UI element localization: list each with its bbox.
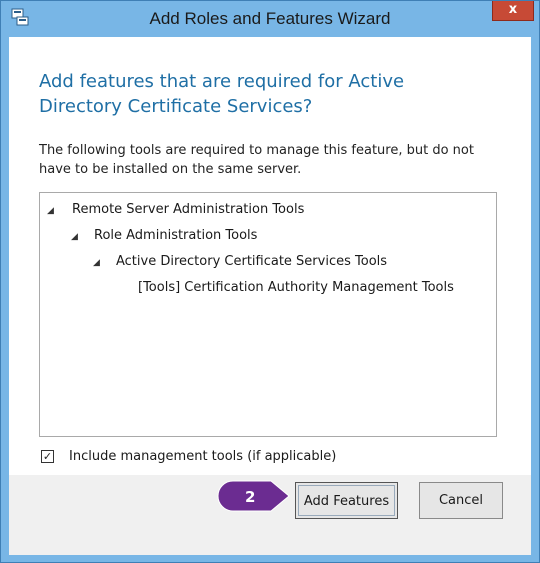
dialog-description: The following tools are required to mana…: [39, 143, 474, 177]
tree-item-ad-cs-tools: Active Directory Certificate Services To…: [116, 254, 388, 269]
server-manager-icon: [11, 8, 29, 26]
tree-item-remote-server-admin-tools: Remote Server Administration Tools: [72, 202, 305, 217]
required-features-tree[interactable]: ◢ Remote Server Administration Tools ◢ R…: [39, 192, 497, 437]
close-icon: x: [508, 2, 518, 17]
close-button[interactable]: x: [492, 1, 534, 21]
window-title: Add Roles and Features Wizard: [149, 9, 391, 28]
tree-item-role-admin-tools: Role Administration Tools: [94, 228, 258, 243]
step-marker: 2: [217, 480, 290, 512]
include-tools-label: Include management tools (if applicable): [69, 449, 337, 464]
step-number: 2: [245, 488, 255, 506]
wizard-window: Add Roles and Features Wizard x Add feat…: [0, 0, 540, 563]
add-features-label: Add Features: [298, 485, 395, 516]
checkmark-icon: ✓: [42, 450, 53, 463]
dialog-content: Add features that are required for Activ…: [9, 37, 531, 555]
dialog-heading: Add features that are required for Activ…: [39, 71, 405, 117]
title-bar[interactable]: Add Roles and Features Wizard x: [1, 1, 539, 37]
tree-item-ca-management-tools: [Tools] Certification Authority Manageme…: [138, 280, 454, 295]
expanded-arrow-icon[interactable]: ◢: [93, 258, 100, 268]
add-features-button[interactable]: Add Features: [295, 482, 398, 519]
include-tools-checkbox[interactable]: ✓: [41, 450, 54, 463]
expanded-arrow-icon[interactable]: ◢: [47, 206, 54, 216]
expanded-arrow-icon[interactable]: ◢: [71, 232, 78, 242]
cancel-button[interactable]: Cancel: [419, 482, 503, 519]
